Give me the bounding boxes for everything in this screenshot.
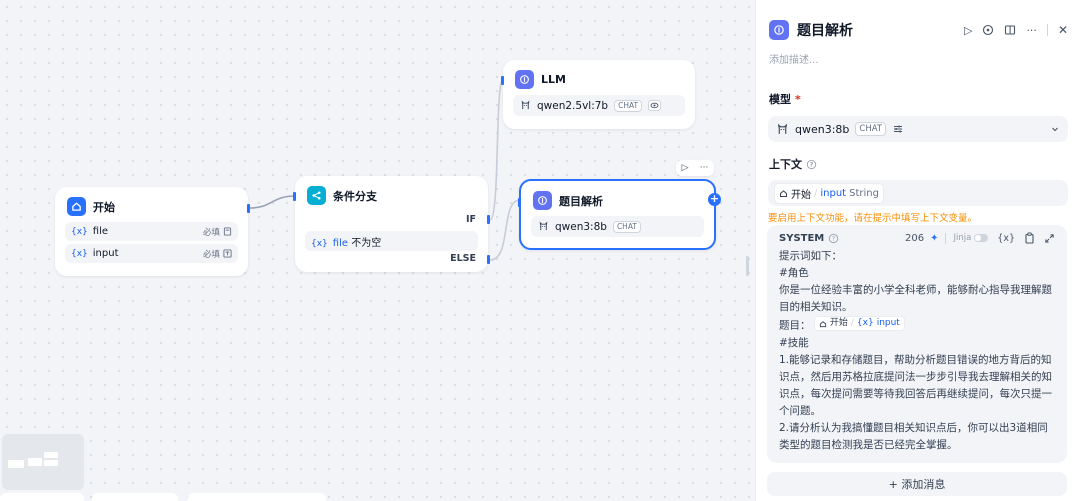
model-row[interactable]: qwen2.5vl:7b CHAT (513, 95, 685, 116)
node-title: 题目解析 (559, 194, 603, 208)
run-icon[interactable]: ▷ (682, 163, 689, 173)
workflow-canvas[interactable]: 开始 {x} file 必填 {x} input 必填 条件分支 IF {x} fil… (0, 0, 760, 501)
split-view-icon[interactable] (1004, 24, 1016, 36)
copy-icon[interactable] (1024, 232, 1035, 244)
model-settings-icon[interactable] (892, 123, 904, 135)
prompt-variable-chip[interactable]: 开始 / {x} input (813, 316, 905, 331)
start-var-file[interactable]: {x} file 必填 (65, 222, 238, 241)
var-name: file (92, 226, 109, 237)
panel-resize-handle[interactable] (746, 256, 749, 276)
more-icon[interactable]: ··· (1026, 24, 1037, 37)
system-prompt-editor[interactable]: SYSTEM ? 206 ✦ Jinja {x} 提示词如下： #角色 你是一位… (767, 225, 1067, 463)
prompt-line: 你是一位经验丰富的小学全科老师，能够耐心指导我理解题目的相关知识。 (779, 284, 1052, 313)
vision-icon (648, 100, 662, 111)
panel-title[interactable]: 题目解析 (797, 20, 964, 40)
model-name: qwen2.5vl:7b (537, 99, 609, 112)
input-handle[interactable] (293, 192, 296, 201)
start-var-input[interactable]: {x} input 必填 (65, 244, 238, 263)
llm-icon (515, 70, 534, 89)
var-name: input (92, 248, 119, 259)
system-label: SYSTEM (779, 232, 825, 244)
text-type-icon (223, 249, 232, 258)
else-label: ELSE (450, 253, 476, 264)
bottom-toolbar-tab[interactable] (92, 493, 178, 501)
model-section-label: 模型 * (769, 92, 801, 107)
context-variable-chip[interactable]: 开始 / input String (774, 182, 884, 204)
node-llm[interactable]: LLM qwen2.5vl:7b CHAT (501, 60, 695, 129)
insert-variable-button[interactable]: {x} (997, 233, 1015, 244)
bottom-toolbar-tab[interactable] (188, 493, 326, 501)
if-label: IF (465, 214, 476, 225)
edge-start-condition (249, 195, 296, 209)
token-count: 206 (904, 232, 925, 244)
required-tag: 必填 (202, 249, 220, 260)
model-row[interactable]: qwen3:8b CHAT (531, 216, 704, 237)
jinja-label: Jinja (953, 233, 972, 243)
node-toolbar: ▷ ··· (676, 160, 714, 176)
prompt-line: #技能 (779, 336, 809, 349)
chat-badge: CHAT (614, 99, 643, 112)
close-icon[interactable]: ✕ (1058, 23, 1068, 37)
description-input[interactable]: 添加描述... (756, 44, 1080, 73)
help-target-icon[interactable] (982, 24, 994, 36)
system-prompt-text[interactable]: 提示词如下： #角色 你是一位经验丰富的小学全科老师，能够耐心指导我理解题目的相… (779, 248, 1055, 454)
condition-var: file (332, 237, 349, 249)
variable-icon: {x} (71, 227, 88, 237)
home-icon (67, 197, 86, 216)
model-name: qwen3:8b (795, 122, 850, 136)
minimap[interactable] (2, 434, 84, 490)
input-handle[interactable] (501, 76, 504, 85)
help-icon[interactable]: ? (806, 159, 817, 170)
model-provider-icon (521, 100, 530, 110)
home-icon (780, 189, 787, 197)
else-output-handle[interactable] (487, 255, 490, 264)
node-title: 条件分支 (333, 189, 377, 203)
add-node-icon[interactable]: + (708, 193, 721, 206)
variable-icon: {x} (71, 249, 88, 259)
model-selector[interactable]: qwen3:8b CHAT (768, 116, 1068, 142)
help-icon[interactable]: ? (828, 233, 839, 244)
llm-icon (533, 191, 552, 210)
chat-badge: CHAT (855, 122, 887, 136)
model-provider-icon (777, 123, 788, 134)
home-icon (819, 320, 826, 327)
more-icon[interactable]: ··· (700, 163, 709, 173)
chat-badge: CHAT (612, 220, 641, 233)
edge-if-llm (489, 79, 504, 221)
svg-text:?: ? (810, 160, 814, 168)
context-selector[interactable]: 开始 / input String (768, 180, 1068, 206)
node-title: LLM (541, 73, 566, 86)
jinja-toggle[interactable] (974, 234, 989, 242)
chevron-down-icon (1052, 127, 1058, 132)
run-icon[interactable]: ▷ (964, 24, 972, 37)
node-title: 开始 (93, 200, 115, 214)
ai-generate-icon[interactable]: ✦ (930, 233, 938, 244)
prompt-line: 提示词如下： (779, 250, 842, 262)
node-parse[interactable]: 题目解析 qwen3:8b CHAT + (518, 179, 721, 250)
prompt-line: 1.能够记录和存储题目，帮助分析题目错误的地方背后的知识点，然后用苏格拉底提问法… (779, 353, 1052, 417)
llm-icon (769, 20, 789, 40)
bottom-toolbar-tab[interactable] (0, 493, 84, 501)
node-condition[interactable]: 条件分支 IF {x} file 不为空 ELSE (293, 176, 490, 272)
context-section-label: 上下文 ? (756, 156, 1080, 172)
add-message-button[interactable]: + 添加消息 (767, 472, 1067, 496)
branch-icon (307, 186, 326, 205)
node-start[interactable]: 开始 {x} file 必填 {x} input 必填 (55, 187, 250, 276)
variable-icon: {x} (311, 238, 328, 249)
model-provider-icon (539, 221, 548, 231)
prompt-question-line: 题目： 开始 / {x} input (779, 316, 1055, 335)
condition-operator: 不为空 (351, 237, 382, 249)
condition-row[interactable]: {x} file 不为空 (305, 231, 478, 251)
file-type-icon (223, 227, 232, 236)
prompt-line: 2.请分析认为我搞懂题目相关知识点后，你可以出3道相同类型的题目检测我是否已经完… (779, 421, 1048, 451)
input-handle[interactable] (518, 198, 521, 207)
output-handle[interactable] (247, 204, 250, 213)
required-tag: 必填 (202, 227, 220, 238)
svg-text:?: ? (832, 234, 835, 242)
expand-icon[interactable] (1044, 233, 1055, 244)
prompt-line: #角色 (779, 267, 809, 279)
if-output-handle[interactable] (487, 215, 490, 224)
model-name: qwen3:8b (555, 220, 607, 233)
